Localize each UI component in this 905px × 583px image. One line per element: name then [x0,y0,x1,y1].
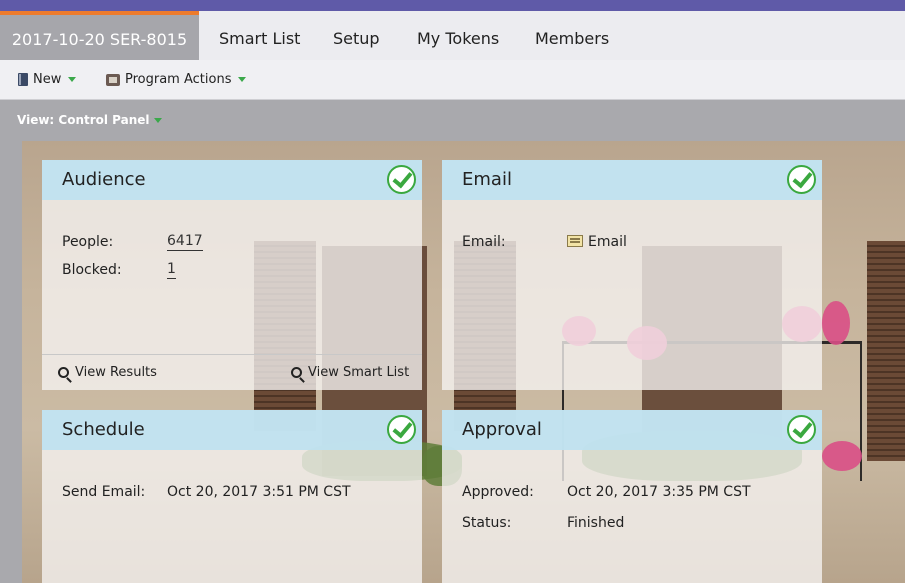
box-icon [106,73,120,86]
audience-panel: Audience People: 6417 Blocked: 1 View Re… [42,160,422,390]
tab-my-tokens[interactable]: My Tokens [417,11,499,60]
view-results-button[interactable]: View Results [58,365,157,380]
people-count-link[interactable]: 6417 [167,233,203,251]
schedule-title: Schedule [62,419,145,440]
tab-smart-list[interactable]: Smart List [219,11,300,60]
new-label: New [33,72,62,87]
dropdown-caret-icon [68,77,77,82]
send-email-label: Send Email: [62,484,146,500]
approved-value: Oct 20, 2017 3:35 PM CST [567,484,751,500]
view-smart-list-button[interactable]: View Smart List [291,365,409,380]
people-label: People: [62,234,114,250]
program-actions-label: Program Actions [125,72,232,87]
email-title: Email [462,169,512,190]
status-label: Status: [462,515,512,531]
view-results-label: View Results [75,365,157,380]
check-icon [787,165,816,194]
email-label: Email: [462,234,506,250]
email-panel: Email Email: Email [442,160,822,390]
audience-title: Audience [62,169,146,190]
check-icon [387,165,416,194]
program-actions-menu-button[interactable]: Program Actions [106,72,247,87]
new-menu-button[interactable]: New [18,72,77,87]
tab-bar: 2017-10-20 SER-8015 Smart List Setup My … [0,11,905,60]
email-icon [567,235,583,247]
send-email-value: Oct 20, 2017 3:51 PM CST [167,484,351,500]
email-panel-header: Email [442,160,822,200]
toolbar: New Program Actions [0,60,905,100]
check-icon [387,415,416,444]
approval-panel-header: Approval [442,410,822,450]
audience-panel-header: Audience [42,160,422,200]
email-asset-link[interactable]: Email [567,234,627,250]
dropdown-caret-icon [153,117,162,123]
approval-panel: Approval Approved: Oct 20, 2017 3:35 PM … [442,410,822,583]
tab-program[interactable]: 2017-10-20 SER-8015 [0,11,199,60]
view-bar: View: Control Panel [0,101,905,141]
status-value: Finished [567,515,625,531]
email-asset-name: Email [588,234,627,250]
top-accent-bar [0,0,905,11]
schedule-panel-header: Schedule [42,410,422,450]
dropdown-caret-icon [238,77,247,82]
check-icon [787,415,816,444]
blocked-count-link[interactable]: 1 [167,261,176,279]
view-selector[interactable]: View: Control Panel [17,113,162,127]
tab-setup[interactable]: Setup [333,11,380,60]
schedule-panel: Schedule Send Email: Oct 20, 2017 3:51 P… [42,410,422,583]
magnifier-icon [58,367,69,378]
tab-members[interactable]: Members [535,11,609,60]
view-label: View: Control Panel [17,113,150,127]
audience-panel-footer: View Results View Smart List [42,354,422,390]
blocked-label: Blocked: [62,262,122,278]
approved-label: Approved: [462,484,534,500]
magnifier-icon [291,367,302,378]
book-icon [18,73,28,86]
view-smart-list-label: View Smart List [308,365,410,380]
approval-title: Approval [462,419,542,440]
